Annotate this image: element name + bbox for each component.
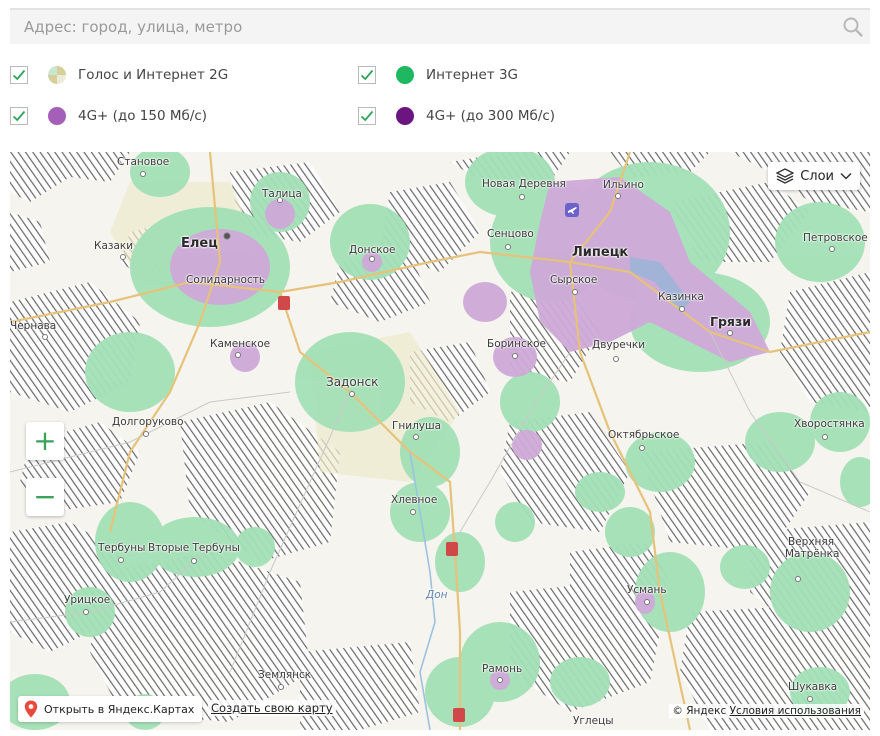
layers-icon bbox=[776, 168, 795, 184]
map-copyright: © Яндекс Условия использования bbox=[669, 704, 864, 718]
town-label-major: Елец bbox=[181, 236, 218, 251]
checkbox-4g-300[interactable] bbox=[358, 107, 376, 125]
town-label: Становое bbox=[117, 156, 170, 168]
town-label: Октябрьское bbox=[608, 429, 680, 441]
town-label: Углецы bbox=[573, 715, 614, 727]
zoom-in-button[interactable]: + bbox=[26, 422, 64, 460]
town-label: Сенцово bbox=[487, 228, 534, 240]
town-label-major: Липецк bbox=[572, 245, 629, 260]
checkmark-icon bbox=[12, 69, 26, 81]
3g-coverage-swatch bbox=[396, 66, 414, 84]
town-label: Донское bbox=[349, 244, 396, 256]
2g-coverage-swatch bbox=[48, 66, 66, 84]
layers-button[interactable]: Слои bbox=[768, 162, 860, 190]
town-label-major: Грязи bbox=[710, 314, 751, 329]
town-label: Хлевное bbox=[391, 494, 438, 506]
checkmark-icon bbox=[360, 69, 374, 81]
chevron-down-icon bbox=[840, 172, 852, 180]
town-label: Урицкое bbox=[64, 594, 111, 606]
search-icon[interactable] bbox=[842, 16, 864, 38]
town-label: Матрёнка bbox=[785, 548, 840, 560]
map-tiles bbox=[10, 152, 870, 730]
legend-item-4g-150[interactable]: 4G+ (до 150 Мб/с) bbox=[10, 107, 207, 125]
town-label: Талица bbox=[262, 188, 302, 200]
legend-label-3g: Интернет 3G bbox=[426, 67, 519, 83]
town-label: Гнилуша bbox=[392, 420, 442, 432]
town-label: Казаки bbox=[94, 240, 134, 252]
checkmark-icon bbox=[12, 110, 26, 122]
town-label: Сырское bbox=[550, 274, 598, 286]
legend-label-4g-300: 4G+ (до 300 Мб/с) bbox=[426, 108, 556, 124]
open-in-yandex-maps-button[interactable]: Открыть в Яндекс.Картах bbox=[18, 696, 203, 722]
coverage-map[interactable]: Становое Талица Новая Деревня Ильино Каз… bbox=[10, 152, 870, 730]
checkbox-4g-150[interactable] bbox=[10, 107, 28, 125]
town-label: Солидарность bbox=[186, 274, 266, 286]
town-label: Каменское bbox=[210, 338, 271, 350]
zoom-out-button[interactable]: − bbox=[26, 478, 64, 516]
checkbox-2g[interactable] bbox=[10, 66, 28, 84]
checkmark-icon bbox=[360, 110, 374, 122]
4g-300-coverage-swatch bbox=[396, 107, 414, 125]
town-label: Тербуны bbox=[98, 542, 146, 554]
layers-label: Слои bbox=[800, 168, 834, 184]
legend-item-4g-300[interactable]: 4G+ (до 300 Мб/с) bbox=[358, 107, 555, 125]
terms-of-use-link[interactable]: Условия использования bbox=[730, 705, 861, 717]
town-label: Задонск bbox=[326, 375, 379, 389]
town-label: Новая Деревня bbox=[482, 178, 566, 190]
address-search-input[interactable] bbox=[10, 10, 830, 44]
legend-item-3g[interactable]: Интернет 3G bbox=[358, 66, 518, 84]
4g-150-coverage-swatch bbox=[48, 107, 66, 125]
river-label: Дон bbox=[426, 589, 448, 601]
checkbox-3g[interactable] bbox=[358, 66, 376, 84]
town-label: Казинка bbox=[658, 291, 704, 303]
town-label: Верхняя bbox=[788, 536, 835, 548]
town-label: Шукавка bbox=[788, 681, 838, 693]
legend-label-4g-150: 4G+ (до 150 Мб/с) bbox=[78, 108, 208, 124]
map-pin-icon bbox=[24, 700, 38, 718]
town-label: Рамонь bbox=[482, 663, 523, 675]
town-label: Вторые Тербуны bbox=[148, 542, 240, 554]
legend-item-2g[interactable]: Голос и Интернет 2G bbox=[10, 66, 228, 84]
create-your-map-link[interactable]: Создать свою карту bbox=[208, 700, 336, 716]
town-label: Двуречки bbox=[592, 339, 646, 351]
copyright-text: © Яндекс bbox=[672, 705, 727, 717]
town-label: Долгоруково bbox=[112, 416, 184, 428]
town-label: Боринское bbox=[487, 338, 546, 350]
legend-label-2g: Голос и Интернет 2G bbox=[78, 67, 229, 83]
address-search-bar bbox=[10, 8, 870, 44]
town-label: Ильино bbox=[603, 179, 644, 191]
town-label: Усмань bbox=[627, 584, 667, 596]
town-label: Землянск bbox=[258, 669, 312, 681]
open-in-yandex-label: Открыть в Яндекс.Картах bbox=[44, 702, 195, 716]
airport-icon bbox=[565, 203, 579, 217]
town-label: Чернава bbox=[10, 320, 57, 332]
town-label: Хворостянка bbox=[794, 418, 865, 430]
town-label: Петровское bbox=[803, 232, 868, 244]
